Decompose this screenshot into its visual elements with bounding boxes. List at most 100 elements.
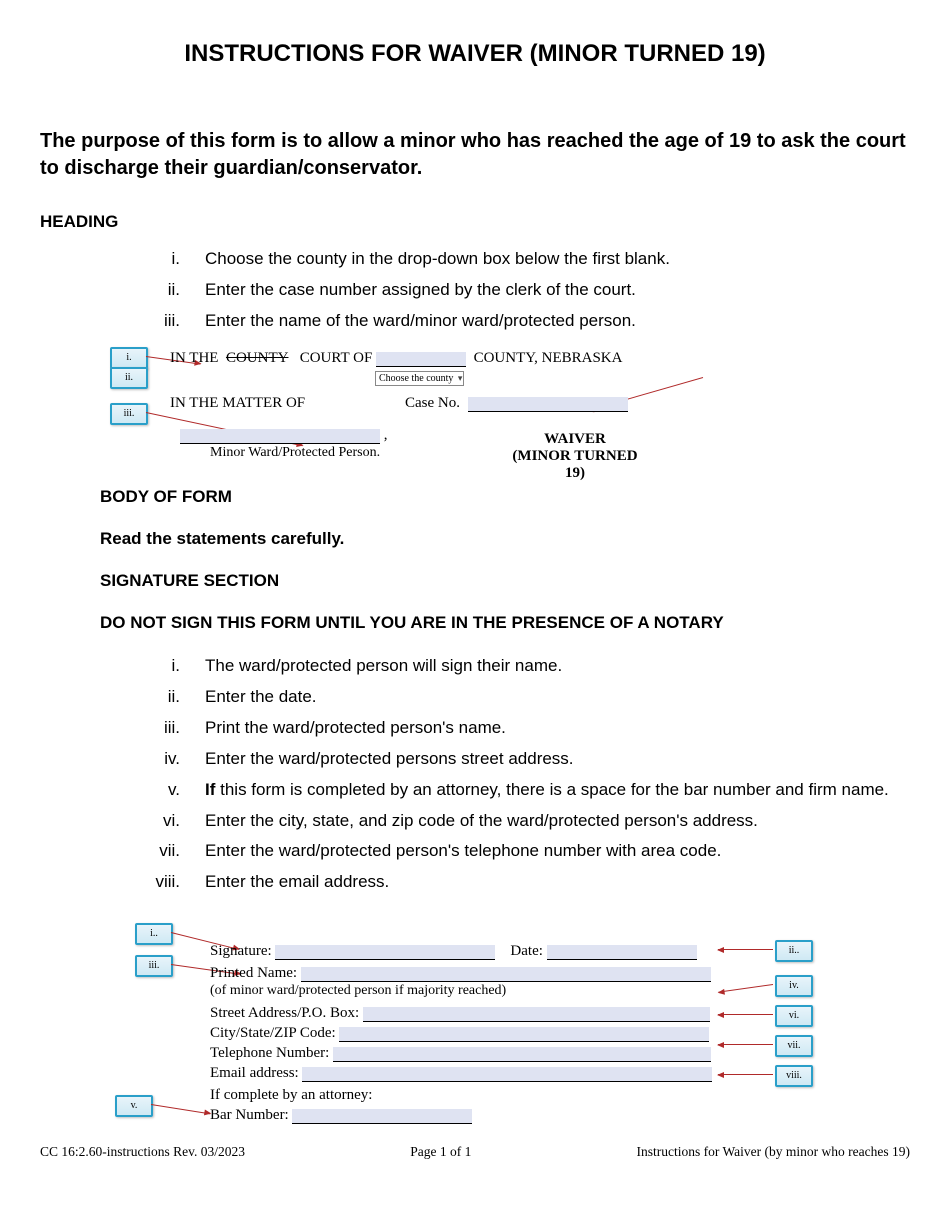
label-street: Street Address/P.O. Box: — [210, 1005, 359, 1021]
city-line: City/State/ZIP Code: — [210, 1025, 709, 1042]
text-court-of: COURT OF — [300, 350, 373, 366]
callout-viii: viii. — [775, 1065, 813, 1087]
blank-city — [339, 1027, 709, 1042]
roman-numeral: vi. — [40, 810, 205, 833]
arrow-line — [718, 949, 773, 950]
document-page: INSTRUCTIONS FOR WAIVER (MINOR TURNED 19… — [0, 0, 950, 1180]
blank-county — [376, 352, 466, 367]
label-bar: Bar Number: — [210, 1107, 289, 1123]
label-case-no: Case No. — [405, 395, 460, 411]
text-county-strike: COUNTY — [226, 350, 289, 366]
label-printed: Printed Name: — [210, 965, 297, 981]
form-line-county: IN THE COUNTY COURT OF COUNTY, NEBRASKA — [170, 350, 622, 367]
blank-tel — [333, 1047, 711, 1062]
instruction-text: Enter the date. — [205, 686, 910, 709]
instruction-text-rest: this form is completed by an attorney, t… — [215, 780, 888, 799]
blank-street — [363, 1007, 710, 1022]
label-date: Date: — [510, 943, 542, 959]
arrow-line — [718, 1044, 773, 1045]
footer-right: Instructions for Waiver (by minor who re… — [637, 1144, 910, 1160]
text-in-the: IN THE — [170, 350, 218, 366]
blank-signature — [275, 945, 495, 960]
instruction-text: Enter the ward/protected person's teleph… — [205, 840, 910, 863]
label-city: City/State/ZIP Code: — [210, 1025, 336, 1041]
instruction-text: The ward/protected person will sign thei… — [205, 655, 910, 678]
minor-name-line: , — [180, 427, 388, 444]
label-attorney: If complete by an attorney: — [210, 1087, 372, 1104]
list-item: vii.Enter the ward/protected person's te… — [40, 836, 910, 867]
callout-i: i. — [110, 347, 148, 369]
heading-instruction-list: i.Choose the county in the drop-down box… — [40, 244, 910, 337]
signature-line: Signature: Date: — [210, 943, 697, 960]
list-item: ii.Enter the case number assigned by the… — [40, 275, 910, 306]
roman-numeral: v. — [40, 779, 205, 802]
printed-name-line: Printed Name: — [210, 965, 711, 982]
roman-numeral: i. — [40, 655, 205, 678]
body-section-label: BODY OF FORM — [100, 487, 910, 507]
roman-numeral: iv. — [40, 748, 205, 771]
signature-section-label: SIGNATURE SECTION — [100, 571, 910, 591]
blank-email — [302, 1067, 712, 1082]
tel-line: Telephone Number: — [210, 1045, 711, 1062]
instruction-text: Enter the city, state, and zip code of t… — [205, 810, 910, 833]
callout-v: v. — [115, 1095, 153, 1117]
roman-numeral: i. — [40, 248, 205, 271]
roman-numeral: ii. — [40, 686, 205, 709]
instruction-text: If this form is completed by an attorney… — [205, 779, 910, 802]
case-no-line: Case No. — [405, 395, 628, 412]
instruction-text: Enter the email address. — [205, 871, 910, 894]
read-carefully-label: Read the statements carefully. — [100, 529, 910, 549]
roman-numeral: iii. — [40, 717, 205, 740]
roman-numeral: ii. — [40, 279, 205, 302]
arrow-line — [718, 1074, 773, 1075]
purpose-text: The purpose of this form is to allow a m… — [40, 128, 910, 182]
blank-bar — [292, 1109, 472, 1124]
text-waiver: WAIVER — [505, 431, 645, 448]
waiver-title-block: WAIVER (MINOR TURNED 19) — [505, 431, 645, 482]
label-email: Email address: — [210, 1065, 299, 1081]
county-dropdown[interactable]: Choose the county — [375, 371, 464, 386]
heading-section-label: HEADING — [40, 212, 910, 232]
roman-numeral: viii. — [40, 871, 205, 894]
street-line: Street Address/P.O. Box: — [210, 1005, 710, 1022]
text-in-matter: IN THE MATTER OF — [170, 395, 305, 412]
list-item: i.The ward/protected person will sign th… — [40, 651, 910, 682]
text-waiver-sub: (MINOR TURNED 19) — [505, 448, 645, 482]
roman-numeral: iii. — [40, 310, 205, 333]
callout-iii: iii. — [135, 955, 173, 977]
instruction-text: Enter the name of the ward/minor ward/pr… — [205, 310, 910, 333]
label-minor-ward: Minor Ward/Protected Person. — [210, 445, 380, 461]
list-item: v.If this form is completed by an attorn… — [40, 775, 910, 806]
form-sample-heading: i. iii. ii. IN THE COUNTY COURT OF COUNT… — [110, 347, 910, 477]
arrow-line — [151, 1104, 210, 1114]
blank-minor-name — [180, 429, 380, 444]
callout-vi: vi. — [775, 1005, 813, 1027]
callout-vii: vii. — [775, 1035, 813, 1057]
callout-iv: iv. — [775, 975, 813, 997]
text-county-nebraska: COUNTY, NEBRASKA — [474, 350, 623, 366]
label-of-minor: (of minor ward/protected person if major… — [210, 983, 506, 999]
roman-numeral: vii. — [40, 840, 205, 863]
list-item: iii.Enter the name of the ward/minor war… — [40, 306, 910, 337]
signature-instruction-list: i.The ward/protected person will sign th… — [40, 651, 910, 899]
list-item: iii.Print the ward/protected person's na… — [40, 713, 910, 744]
blank-printed — [301, 967, 711, 982]
arrow-line — [718, 1014, 773, 1015]
blank-case-no — [468, 397, 628, 412]
page-footer: CC 16:2.60-instructions Rev. 03/2023 Pag… — [40, 1144, 910, 1160]
list-item: i.Choose the county in the drop-down box… — [40, 244, 910, 275]
arrow-line — [718, 984, 773, 993]
callout-i: i.. — [135, 923, 173, 945]
county-dropdown-wrap: Choose the county — [375, 369, 464, 386]
list-item: viii.Enter the email address. — [40, 867, 910, 898]
callout-ii: ii.. — [775, 940, 813, 962]
callout-ii: ii. — [110, 367, 148, 389]
email-line: Email address: — [210, 1065, 712, 1082]
list-item: iv.Enter the ward/protected persons stre… — [40, 744, 910, 775]
label-signature: Signature: — [210, 943, 272, 959]
instruction-text: Enter the ward/protected persons street … — [205, 748, 910, 771]
blank-date — [547, 945, 697, 960]
list-item: vi.Enter the city, state, and zip code o… — [40, 806, 910, 837]
footer-left: CC 16:2.60-instructions Rev. 03/2023 — [40, 1144, 245, 1160]
form-sample-signature: i.. iii. v. ii.. iv. vi. vii. viii. Sign… — [110, 923, 910, 1133]
